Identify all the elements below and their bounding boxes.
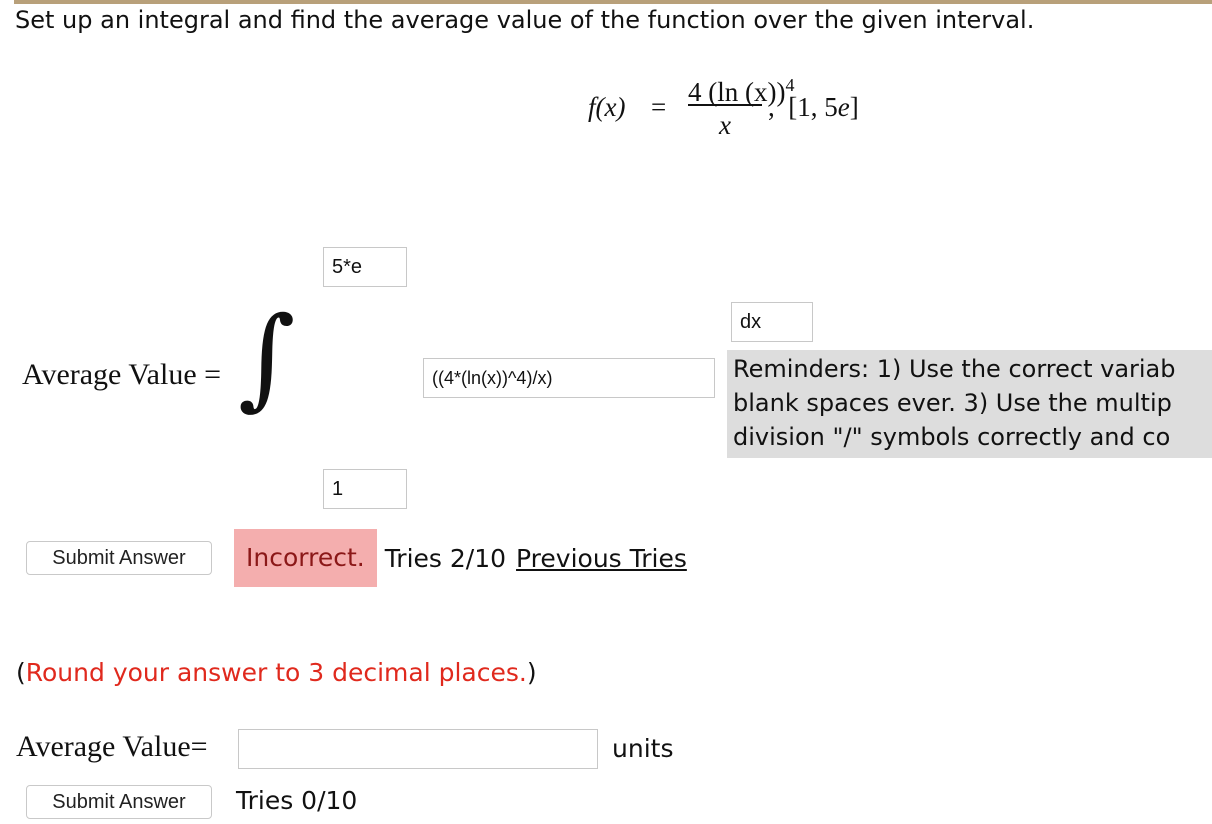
- upper-limit-input[interactable]: [323, 247, 407, 287]
- interval-e: e: [837, 92, 850, 122]
- interval-close: ]: [849, 92, 859, 122]
- integrand-input[interactable]: [423, 358, 715, 398]
- average-value-input[interactable]: [238, 729, 598, 769]
- reminder-line: Reminders: 1) Use the correct variab: [733, 355, 1176, 383]
- reminder-line: blank spaces ever. 3) Use the multip: [733, 389, 1172, 417]
- round-text: Round your answer to 3 decimal places.: [25, 658, 527, 687]
- formula-numerator: 4 (ln (x))4: [688, 70, 794, 107]
- value-tries-count: Tries 0/10: [236, 786, 358, 815]
- reminder-line: division "/" symbols correctly and co: [733, 423, 1171, 451]
- formula-denominator: x: [719, 110, 731, 140]
- round-open-paren: (: [16, 658, 26, 687]
- formula-equals: =: [651, 92, 667, 122]
- round-close-paren: ): [526, 658, 537, 687]
- interval-separator: ,: [768, 92, 775, 122]
- page: Set up an integral and find the average …: [0, 0, 1212, 824]
- formula-fraction: 4 (ln (x))4 x: [688, 70, 794, 140]
- previous-tries-link[interactable]: Previous Tries: [516, 544, 687, 573]
- incorrect-badge: Incorrect.: [234, 529, 377, 587]
- interval-open: [1, 5: [788, 92, 838, 122]
- average-value-label: Average Value=: [16, 730, 208, 763]
- question-prompt: Set up an integral and find the average …: [15, 6, 1035, 34]
- integral-sign-icon: ∫: [238, 293, 296, 421]
- differential-input[interactable]: [731, 302, 813, 342]
- average-value-integral-label: Average Value =: [22, 358, 222, 391]
- formula-lhs: f(x): [588, 92, 626, 122]
- units-label: units: [612, 734, 674, 763]
- integral-tries-count: Tries 2/10: [384, 543, 507, 573]
- reminder-tooltip: Reminders: 1) Use the correct variab bla…: [727, 350, 1212, 458]
- rounding-instruction: (Round your answer to 3 decimal places.): [16, 658, 537, 687]
- top-divider: [14, 0, 1212, 4]
- lower-limit-input[interactable]: [323, 469, 407, 509]
- formula-interval: , [1, 5e]: [768, 92, 859, 123]
- integral-status: Incorrect. Tries 2/10 Previous Tries: [234, 529, 687, 587]
- submit-integral-button[interactable]: Submit Answer: [26, 541, 212, 575]
- submit-value-button[interactable]: Submit Answer: [26, 785, 212, 819]
